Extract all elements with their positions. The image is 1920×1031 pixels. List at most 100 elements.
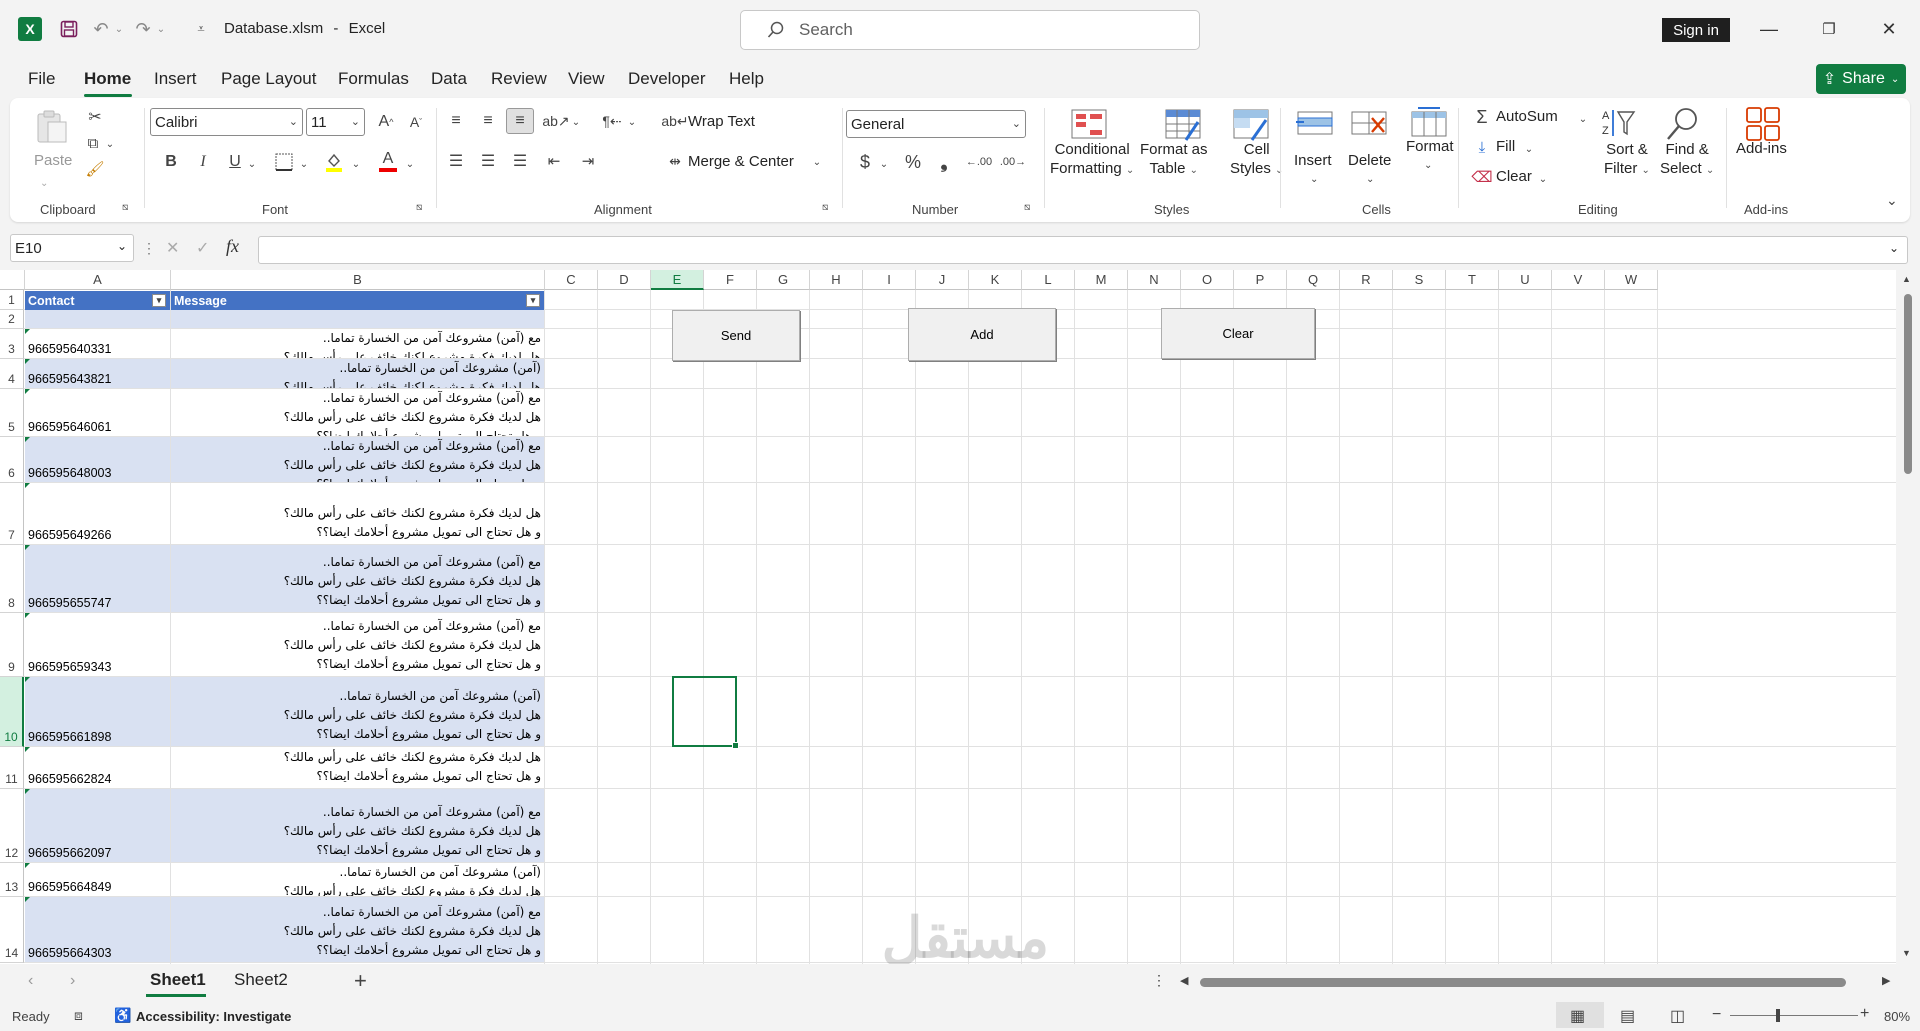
column-header-r[interactable]: R [1340,270,1393,290]
column-header-m[interactable]: M [1075,270,1128,290]
column-header-p[interactable]: P [1234,270,1287,290]
align-top-icon[interactable]: ≡ [444,110,468,132]
alignment-launcher-icon[interactable]: ⧅ [822,202,828,213]
clear-button[interactable]: Clear [1496,168,1532,185]
column-header-n[interactable]: N [1128,270,1181,290]
tab-view[interactable]: View [568,69,605,89]
cell-contact[interactable]: 966595640331 [25,329,170,358]
add-button[interactable]: Add [908,308,1056,361]
accessibility-status[interactable]: Accessibility: Investigate [136,1009,291,1024]
font-name-select[interactable]: Calibri ⌄ [150,108,303,136]
paste-icon[interactable] [32,108,70,144]
insert-cells-button[interactable]: Insert [1294,152,1332,169]
increase-decimal-icon[interactable]: ←.00 [966,150,992,174]
text-direction-icon[interactable]: ¶⇠ [600,110,624,132]
sheet-tab-sheet1[interactable]: Sheet1 [150,970,206,990]
column-header-w[interactable]: W [1605,270,1658,290]
percent-icon[interactable]: % [900,150,926,174]
filter-dropdown-icon[interactable]: ▾ [526,294,540,307]
font-launcher-icon[interactable]: ⧅ [416,202,422,213]
row-header-9[interactable]: 9 [0,613,24,677]
font-color-dropdown-icon[interactable]: ⌄ [404,154,416,174]
cell-message[interactable] [171,310,544,328]
more-sheets-icon[interactable]: ⋮ [1152,972,1166,989]
align-middle-icon[interactable]: ≡ [476,110,500,132]
zoom-slider-track[interactable] [1730,1015,1858,1016]
macro-record-icon[interactable]: ⧈ [74,1007,83,1024]
cell-message[interactable]: مع (آمن) مشروعك آمن من الخسارة تماما.. هل… [171,545,544,612]
font-color-icon[interactable]: A [376,148,400,174]
fill-down-icon[interactable]: ⤓ [1472,136,1492,158]
column-header-e[interactable]: E [651,270,704,290]
restore-icon[interactable]: ❐ [1812,16,1846,42]
delete-cells-icon[interactable] [1350,108,1388,144]
clipboard-launcher-icon[interactable]: ⧅ [122,202,128,213]
wrap-text-icon[interactable]: ab↵ [661,110,688,132]
column-header-a[interactable]: A [25,270,171,290]
column-header-i[interactable]: I [863,270,916,290]
filter-dropdown-icon[interactable]: ▾ [152,294,166,307]
find-select-button[interactable]: Find & Select ⌄ [1660,140,1714,180]
normal-view-icon[interactable]: ▦ [1570,1006,1585,1026]
tab-developer[interactable]: Developer [628,69,706,89]
save-icon[interactable] [56,16,82,42]
row-header-3[interactable]: 3 [0,329,24,359]
row-header-5[interactable]: 5 [0,389,24,437]
next-sheet-icon[interactable]: › [70,972,75,990]
merge-center-button[interactable]: Merge & Center [688,153,794,170]
cell-message[interactable]: مع (آمن) مشروعك آمن من الخسارة تماما.. هل… [171,789,544,862]
worksheet-grid[interactable]: ABCDEFGHIJKLMNOPQRSTUVW 1 2 3 966595640331 م… [0,270,1920,964]
select-all-corner[interactable] [0,270,25,290]
collapse-ribbon-icon[interactable]: ⌄ [1886,192,1898,209]
paste-dropdown-icon[interactable]: ⌄ [40,178,48,189]
cell-message[interactable]: مع (آمن) مشروعك آمن من الخسارة تماما.. هل… [171,389,544,436]
column-header-h[interactable]: H [810,270,863,290]
table-header-message[interactable]: Message ▾ [171,291,544,310]
format-cells-button[interactable]: Format [1406,138,1454,155]
column-header-t[interactable]: T [1446,270,1499,290]
tab-help[interactable]: Help [729,69,764,89]
underline-dropdown-icon[interactable]: ⌄ [246,154,258,174]
font-size-select[interactable]: 11 ⌄ [306,108,365,136]
tab-page-layout[interactable]: Page Layout [221,69,316,89]
format-as-table-icon[interactable] [1164,108,1202,144]
minimize-icon[interactable]: — [1752,16,1786,42]
autosum-icon[interactable]: Σ [1472,106,1492,128]
fill-color-icon[interactable] [322,150,346,174]
clear-dropdown-icon[interactable]: ⌄ [1536,170,1550,188]
number-format-select[interactable]: General ⌄ [846,110,1026,138]
orientation-dropdown-icon[interactable]: ⌄ [570,112,582,132]
cell-message[interactable]: (آمن) مشروعك آمن من الخسارة تماما.. هل لد… [171,863,544,896]
delete-cells-button[interactable]: Delete [1348,152,1391,169]
column-header-j[interactable]: J [916,270,969,290]
insert-dropdown-icon[interactable]: ⌄ [1310,174,1318,185]
vertical-scroll-thumb[interactable] [1904,294,1912,474]
autosum-button[interactable]: AutoSum [1496,108,1558,125]
row-header-2[interactable]: 2 [0,310,24,329]
zoom-level[interactable]: 80% [1884,1009,1910,1024]
decrease-decimal-icon[interactable]: .00→ [1000,150,1026,174]
align-center-icon[interactable]: ☰ [476,150,500,172]
row-header-8[interactable]: 8 [0,545,24,613]
insert-cells-icon[interactable] [1296,108,1334,144]
send-button[interactable]: Send [672,310,800,361]
autosum-dropdown-icon[interactable]: ⌄ [1576,110,1590,128]
sort-filter-icon[interactable]: AZ [1600,106,1638,142]
cell-contact[interactable]: 966595646061 [25,389,170,436]
row-header-14[interactable]: 14 [0,897,24,963]
cell-message[interactable]: مع (آمن) مشروعك آمن من الخسارة تماما.. هل… [171,437,544,482]
copy-dropdown-icon[interactable]: ⌄ [104,134,116,154]
format-cells-icon[interactable] [1410,106,1448,142]
column-header-f[interactable]: F [704,270,757,290]
column-header-g[interactable]: G [757,270,810,290]
active-cell-selection[interactable] [672,676,739,749]
cell-message[interactable]: مع (آمن) مشروعك آمن من الخسارة تماما.. هل… [171,329,544,358]
row-header-6[interactable]: 6 [0,437,24,483]
undo-dropdown-icon[interactable]: ⌄ [106,16,132,42]
confirm-entry-icon[interactable]: ✓ [196,238,209,258]
column-header-s[interactable]: S [1393,270,1446,290]
fill-dropdown-icon[interactable]: ⌄ [1522,140,1536,158]
row-header-11[interactable]: 11 [0,747,24,789]
tab-data[interactable]: Data [431,69,467,89]
add-ins-icon[interactable] [1744,106,1782,142]
